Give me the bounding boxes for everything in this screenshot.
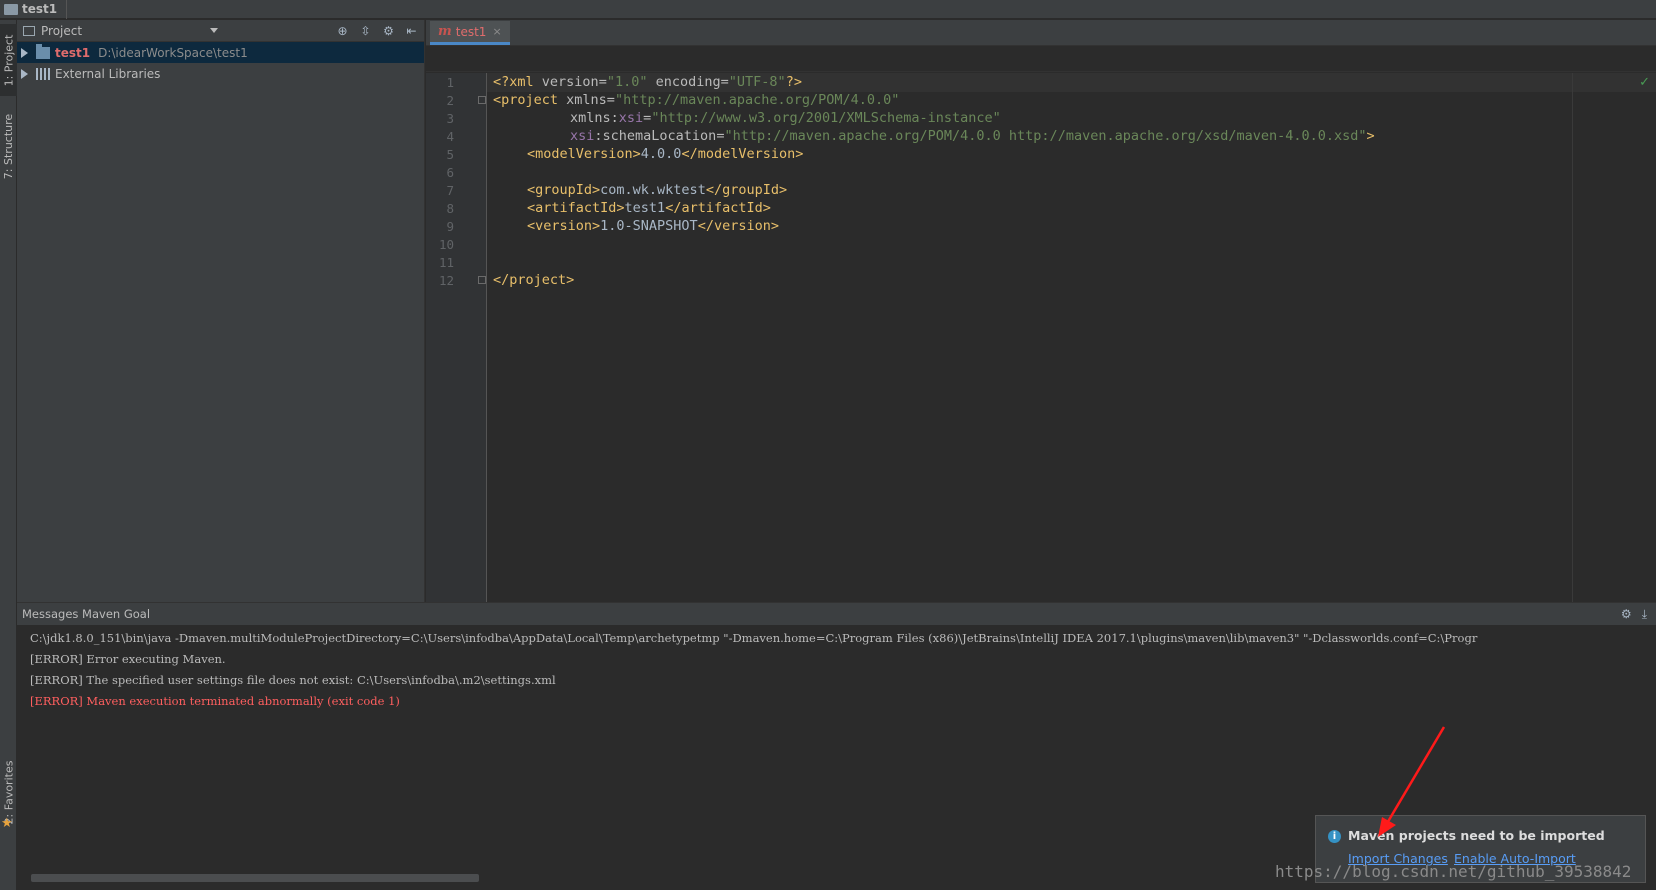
tool-tab-project[interactable]: 1: Project — [0, 24, 17, 96]
code-text-area[interactable]: <?xml version="1.0" encoding="UTF-8"?> <… — [487, 73, 1656, 602]
fold-marker-icon[interactable] — [478, 96, 486, 104]
scroll-from-source-icon[interactable]: ⊕ — [336, 24, 349, 38]
tool-tab-structure-label: 7: Structure — [2, 113, 15, 179]
editor-tab-label: test1 — [455, 24, 487, 39]
line-number-gutter: 1 2 3 4 5 6 7 8 9 10 11 12 — [426, 73, 487, 602]
project-panel-toolbar: ⊕ ⇳ ⚙ ⇤ — [336, 24, 418, 38]
fold-marker-icon[interactable] — [478, 276, 486, 284]
project-view-title[interactable]: Project — [41, 24, 82, 38]
code-line-2: <project xmlns="http://maven.apache.org/… — [493, 92, 900, 108]
navigation-bar: test1 — [0, 0, 1656, 19]
project-tool-window: Project ⊕ ⇳ ⚙ ⇤ test1 D:\idearWorkSpace\… — [17, 20, 425, 602]
editor-breadcrumb-strip — [426, 46, 1656, 72]
code-editor: m test1 × 1 2 3 4 5 6 7 8 9 10 11 12 <?x… — [426, 20, 1656, 602]
collapse-all-icon[interactable]: ⇳ — [359, 24, 372, 38]
watermark-text: https://blog.csdn.net/github_39538842 — [1275, 862, 1632, 881]
project-view-icon — [23, 25, 35, 36]
code-line-12: </project> — [493, 272, 575, 288]
line-number: 10 — [438, 237, 454, 252]
editor-tab-bar: m test1 × — [426, 20, 1656, 46]
line-number: 6 — [446, 165, 454, 180]
settings-gear-icon[interactable]: ⚙ — [1621, 607, 1632, 622]
console-error-line: [ERROR] Maven execution terminated abnor… — [30, 694, 400, 708]
settings-gear-icon[interactable]: ⚙ — [382, 24, 395, 38]
module-folder-icon — [36, 43, 50, 59]
line-number: 5 — [446, 147, 454, 162]
messages-toolbar: ⚙ ⤓ — [1621, 607, 1647, 622]
messages-header: Messages Maven Goal ⚙ ⤓ — [17, 603, 1656, 625]
code-line-7: <groupId>com.wk.wktest</groupId> — [527, 182, 788, 198]
code-line-5: <modelVersion>4.0.0</modelVersion> — [527, 146, 804, 162]
project-panel-header: Project ⊕ ⇳ ⚙ ⇤ — [17, 20, 424, 42]
code-line-8: <artifactId>test1</artifactId> — [527, 200, 771, 216]
tree-item-module[interactable]: test1 D:\idearWorkSpace\test1 — [17, 42, 424, 63]
line-number: 1 — [446, 75, 454, 90]
console-line: [ERROR] The specified user settings file… — [30, 673, 556, 687]
favorites-star-icon: ★ — [1, 816, 13, 831]
line-number: 12 — [438, 273, 454, 288]
editor-tab-pom[interactable]: m test1 × — [430, 21, 510, 45]
module-name: test1 — [55, 45, 91, 60]
line-number: 7 — [446, 183, 454, 198]
tool-tab-favorites-label: 2: Favorites — [2, 760, 16, 824]
annotation-arrow-icon — [1378, 726, 1446, 837]
module-path: D:\idearWorkSpace\test1 — [98, 45, 248, 60]
right-margin-guide — [1572, 73, 1573, 602]
library-icon — [36, 67, 50, 80]
tree-item-external-libraries[interactable]: External Libraries — [17, 63, 424, 84]
code-line-9: <version>1.0-SNAPSHOT</version> — [527, 218, 779, 234]
info-icon: i — [1328, 830, 1341, 843]
maven-file-icon: m — [438, 24, 452, 39]
hide-panel-icon[interactable]: ⇤ — [405, 24, 418, 38]
analysis-ok-check-icon[interactable]: ✓ — [1639, 75, 1650, 90]
expand-arrow-icon[interactable] — [21, 68, 28, 79]
breadcrumb-separator — [61, 0, 68, 19]
tool-tab-structure[interactable]: 7: Structure — [0, 110, 17, 182]
line-number: 2 — [446, 93, 454, 108]
code-line-1: <?xml version="1.0" encoding="UTF-8"?> — [487, 73, 1656, 92]
external-libraries-label: External Libraries — [55, 66, 161, 81]
left-tool-strip: 1: Project 7: Structure 2: Favorites ★ — [0, 20, 17, 890]
line-number: 11 — [438, 255, 454, 270]
project-view-dropdown-icon[interactable] — [210, 28, 219, 33]
line-number: 3 — [446, 111, 454, 126]
console-line: [ERROR] Error executing Maven. — [30, 652, 226, 666]
expand-arrow-icon[interactable] — [21, 47, 28, 58]
tool-tab-project-label: 1: Project — [2, 34, 15, 86]
project-folder-icon — [4, 3, 18, 15]
hide-panel-icon[interactable]: ⤓ — [1642, 607, 1647, 622]
code-line-4: xsi:schemaLocation="http://maven.apache.… — [570, 128, 1375, 144]
console-line: C:\jdk1.8.0_151\bin\java -Dmaven.multiMo… — [30, 631, 1478, 645]
breadcrumb-project[interactable]: test1 — [22, 2, 57, 16]
close-tab-icon[interactable]: × — [492, 25, 501, 38]
line-number: 8 — [446, 201, 454, 216]
line-number: 4 — [446, 129, 454, 144]
horizontal-scrollbar[interactable] — [31, 874, 479, 882]
line-number: 9 — [446, 219, 454, 234]
messages-title: Messages Maven Goal — [22, 607, 151, 621]
code-line-3: xmlns:xsi="http://www.w3.org/2001/XMLSch… — [570, 110, 1001, 126]
